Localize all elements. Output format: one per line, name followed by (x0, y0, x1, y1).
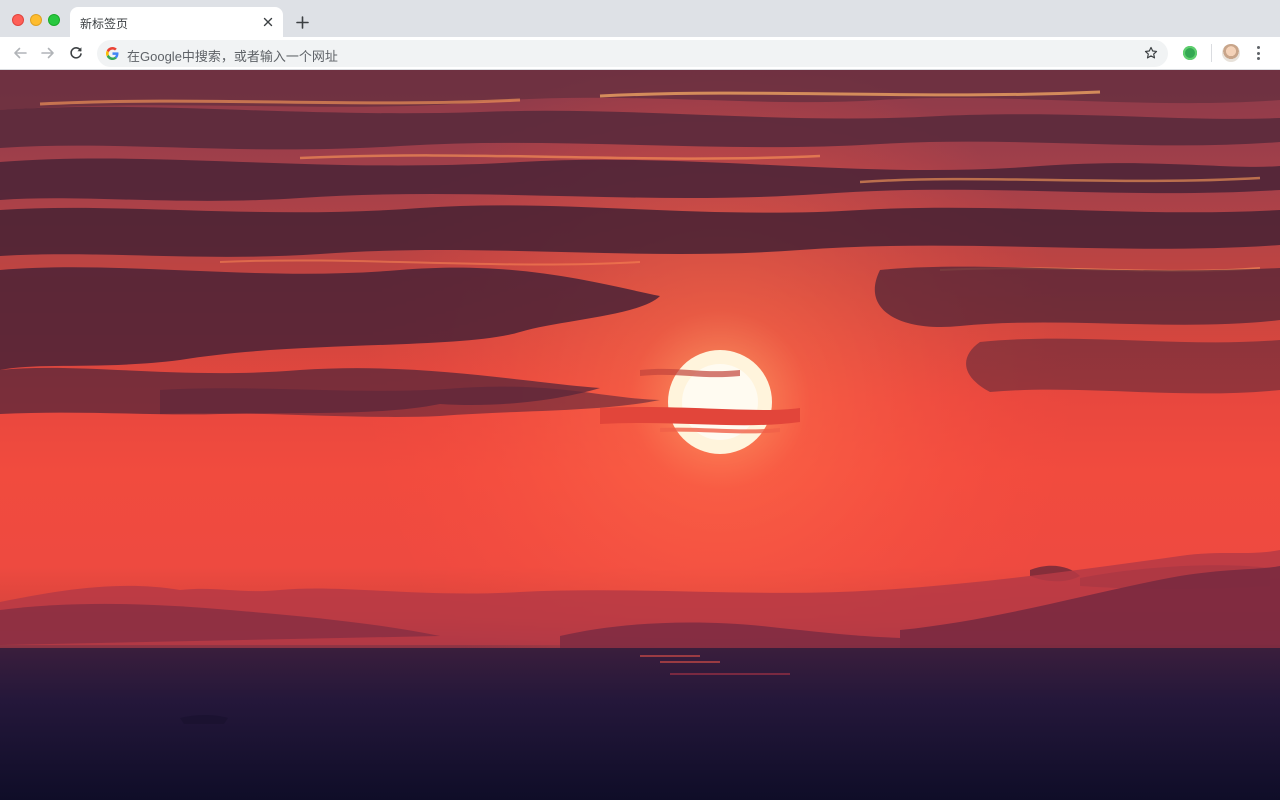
profile-avatar[interactable] (1222, 44, 1240, 62)
tab-strip: 新标签页 (0, 0, 1280, 37)
bookmark-star-icon[interactable] (1143, 45, 1159, 61)
tab-title: 新标签页 (80, 17, 129, 31)
reload-icon[interactable] (66, 43, 86, 63)
google-g-icon (106, 47, 119, 60)
omnibox-placeholder: 在Google中搜索，或者输入一个网址 (127, 49, 338, 64)
close-window-button[interactable] (12, 14, 24, 26)
maximize-window-button[interactable] (48, 14, 60, 26)
tab-close-icon[interactable] (261, 15, 275, 29)
tab-new-tab[interactable]: 新标签页 (70, 7, 283, 37)
plus-icon (295, 15, 309, 29)
extension-icon[interactable] (1183, 46, 1197, 60)
new-tab-wallpaper (0, 70, 1280, 800)
forward-arrow-icon[interactable] (38, 43, 58, 63)
new-tab-button[interactable] (292, 12, 312, 32)
address-bar[interactable]: 在Google中搜索，或者输入一个网址 (97, 40, 1168, 67)
minimize-window-button[interactable] (30, 14, 42, 26)
toolbar-separator (1211, 44, 1212, 62)
toolbar: 在Google中搜索，或者输入一个网址 (0, 37, 1280, 70)
more-menu-icon[interactable] (1252, 44, 1264, 62)
sunset-image (0, 70, 1280, 800)
back-arrow-icon[interactable] (10, 43, 30, 63)
